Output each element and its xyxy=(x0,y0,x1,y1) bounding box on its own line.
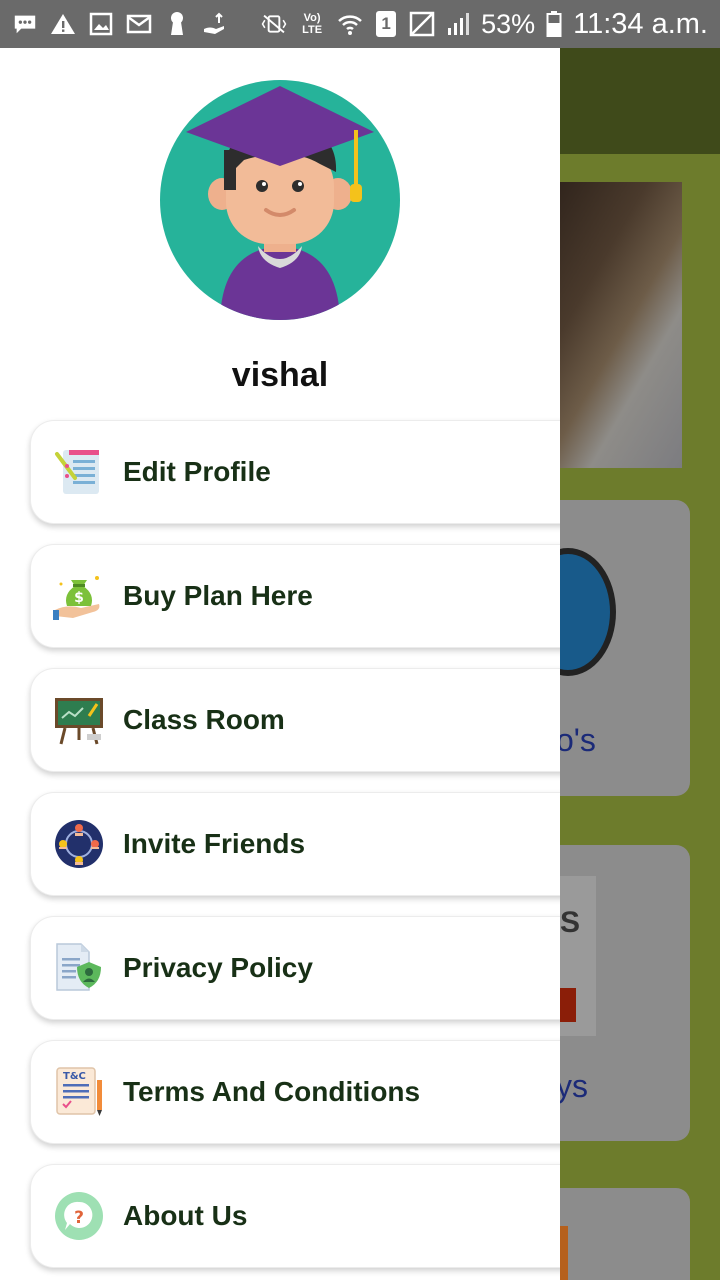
menu-item-about-us[interactable]: ? About Us xyxy=(30,1164,560,1268)
background-book-icon: S xyxy=(556,876,596,1036)
menu-item-label: Invite Friends xyxy=(123,828,306,859)
hand-upload-icon xyxy=(202,11,228,37)
drawer-menu: Edit Profile $ Buy Plan Here Class Room … xyxy=(30,420,560,1280)
keyhole-icon xyxy=(164,11,190,37)
menu-item-label: About Us xyxy=(123,1200,248,1231)
terms-icon-text: T&C xyxy=(63,1071,86,1082)
menu-item-label: Class Room xyxy=(123,704,285,735)
menu-item-class-room[interactable]: Class Room xyxy=(30,668,560,772)
edit-profile-icon xyxy=(53,446,105,498)
username: vishal xyxy=(231,356,329,394)
background-book-text: S xyxy=(560,906,581,939)
background-card-label: ys xyxy=(556,1068,588,1104)
navigation-drawer: vishal Edit Profile $ Buy Plan Here Clas… xyxy=(0,48,560,1280)
vibrate-icon xyxy=(261,11,287,37)
about-icon-text: ? xyxy=(74,1208,84,1228)
menu-item-buy-plan[interactable]: $ Buy Plan Here xyxy=(30,544,560,648)
message-icon xyxy=(12,11,38,37)
background-banner-image xyxy=(540,182,682,468)
no-signal-icon xyxy=(409,11,435,37)
chalkboard-icon xyxy=(53,694,105,746)
privacy-shield-icon xyxy=(53,942,105,994)
graduate-avatar[interactable] xyxy=(160,80,400,320)
menu-item-edit-profile[interactable]: Edit Profile xyxy=(30,420,560,524)
background-card-label: o's xyxy=(556,722,596,758)
wifi-icon xyxy=(337,11,363,37)
help-bubble-icon: ? xyxy=(53,1190,105,1242)
menu-item-invite-friends[interactable]: Invite Friends xyxy=(30,792,560,896)
volte-icon: Vo) LTE xyxy=(297,11,327,37)
status-bar: Vo) LTE 1 53% 11:34 a.m. xyxy=(0,0,720,48)
menu-item-label: Buy Plan Here xyxy=(123,580,313,611)
signal-icon xyxy=(445,11,471,37)
network-label: Vo) LTE xyxy=(302,12,323,36)
sim-slot-number: 1 xyxy=(381,14,391,33)
menu-item-label: Edit Profile xyxy=(123,456,271,487)
clock: 11:34 a.m. xyxy=(573,7,708,40)
svg-text:$: $ xyxy=(74,590,84,606)
terms-document-icon: T&C xyxy=(53,1066,105,1118)
battery-percent: 53% xyxy=(481,8,536,39)
menu-item-label: Terms And Conditions xyxy=(123,1076,421,1107)
sim-icon: 1 xyxy=(373,11,399,37)
battery-icon xyxy=(545,11,563,37)
menu-item-label: Privacy Policy xyxy=(123,952,313,983)
menu-item-terms-and-conditions[interactable]: T&C Terms And Conditions xyxy=(30,1040,560,1144)
mail-icon xyxy=(126,11,152,37)
warning-icon xyxy=(50,11,76,37)
money-bag-icon: $ xyxy=(53,570,105,622)
invite-friends-icon xyxy=(53,818,105,870)
menu-item-privacy-policy[interactable]: Privacy Policy xyxy=(30,916,560,1020)
image-icon xyxy=(88,11,114,37)
